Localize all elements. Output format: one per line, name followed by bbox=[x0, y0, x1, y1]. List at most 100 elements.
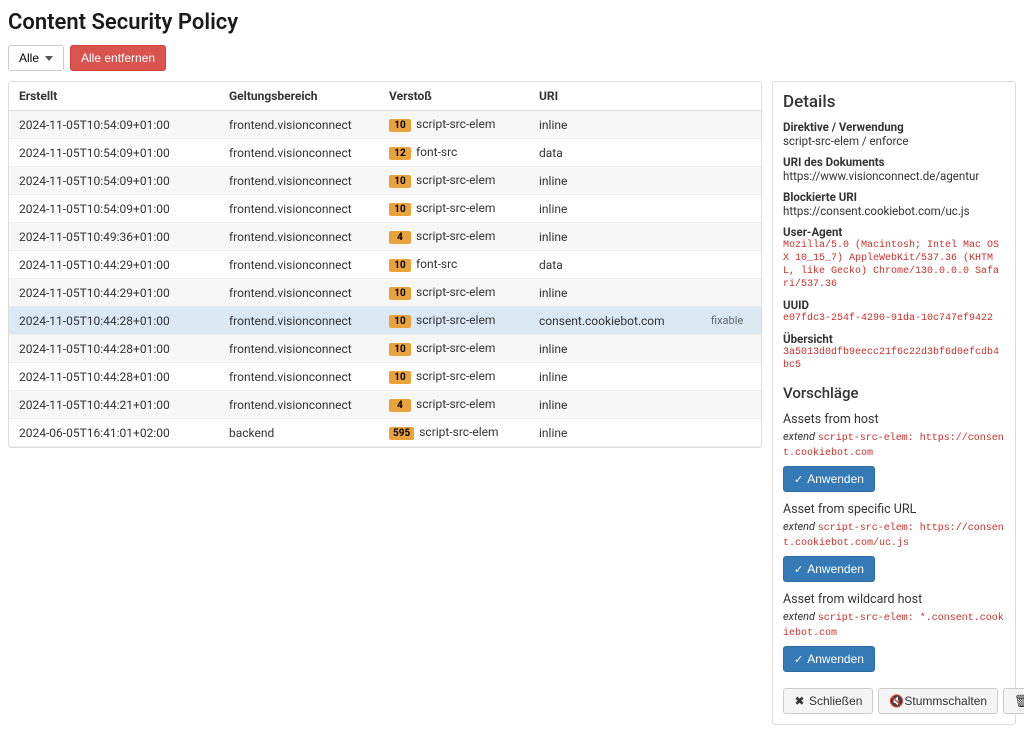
violation-text: script-src-elem bbox=[416, 117, 495, 131]
table-row[interactable]: 2024-11-05T10:44:29+01:00 frontend.visio… bbox=[9, 251, 761, 279]
cell-uri: inline bbox=[529, 279, 701, 307]
cell-fixable bbox=[701, 419, 761, 447]
table-row[interactable]: 2024-11-05T10:44:28+01:00 frontend.visio… bbox=[9, 363, 761, 391]
apply-label: Anwenden bbox=[807, 562, 864, 576]
cell-uri: data bbox=[529, 251, 701, 279]
table-row[interactable]: 2024-06-05T16:41:01+02:00 backend 595scr… bbox=[9, 419, 761, 447]
cell-violation: 4 script-src-elem bbox=[379, 223, 529, 251]
apply-button[interactable]: ✓ Anwenden bbox=[783, 646, 875, 672]
count-badge: 10 bbox=[389, 315, 411, 328]
cell-created: 2024-11-05T10:44:29+01:00 bbox=[9, 279, 219, 307]
cell-fixable bbox=[701, 195, 761, 223]
cell-violation: 10 script-src-elem bbox=[379, 195, 529, 223]
violation-text: script-src-elem bbox=[416, 229, 495, 243]
cell-violation: 595script-src-elem bbox=[379, 419, 529, 447]
mute-label: Stummschalten bbox=[904, 694, 987, 708]
cell-created: 2024-11-05T10:44:28+01:00 bbox=[9, 335, 219, 363]
count-badge: 4 bbox=[389, 231, 411, 244]
filter-all-dropdown[interactable]: Alle bbox=[8, 45, 64, 71]
cell-scope: frontend.visionconnect bbox=[219, 223, 379, 251]
user-agent-label: User-Agent bbox=[783, 225, 1005, 239]
cell-fixable bbox=[701, 139, 761, 167]
cell-created: 2024-11-05T10:54:09+01:00 bbox=[9, 139, 219, 167]
table-row[interactable]: 2024-11-05T10:54:09+01:00 frontend.visio… bbox=[9, 195, 761, 223]
col-uri[interactable]: URI bbox=[529, 82, 701, 111]
col-scope[interactable]: Geltungsbereich bbox=[219, 82, 379, 111]
suggestion-item: Asset from wildcard host extend script-s… bbox=[783, 592, 1005, 672]
cell-scope: frontend.visionconnect bbox=[219, 167, 379, 195]
table-row[interactable]: 2024-11-05T10:44:28+01:00 frontend.visio… bbox=[9, 307, 761, 335]
violations-table: Erstellt Geltungsbereich Verstoß URI 202… bbox=[8, 81, 762, 448]
count-badge: 4 bbox=[389, 399, 411, 412]
suggestion-item: Assets from host extend script-src-elem:… bbox=[783, 412, 1005, 492]
cell-violation: 10 script-src-elem bbox=[379, 167, 529, 195]
cell-created: 2024-06-05T16:41:01+02:00 bbox=[9, 419, 219, 447]
cell-scope: frontend.visionconnect bbox=[219, 111, 379, 139]
user-agent-value: Mozilla/5.0 (Macintosh; Intel Mac OS X 1… bbox=[783, 239, 1005, 291]
table-row[interactable]: 2024-11-05T10:54:09+01:00 frontend.visio… bbox=[9, 111, 761, 139]
table-header-row: Erstellt Geltungsbereich Verstoß URI bbox=[9, 82, 761, 111]
suggestion-code: script-src-elem: https://consent.cookieb… bbox=[783, 523, 1004, 549]
violation-text: script-src-elem bbox=[416, 201, 495, 215]
count-badge: 10 bbox=[389, 175, 411, 188]
suggestion-extend: extend script-src-elem: https://consent.… bbox=[783, 430, 1005, 460]
apply-label: Anwenden bbox=[807, 652, 864, 666]
cell-uri: inline bbox=[529, 335, 701, 363]
cell-violation: 12font-src bbox=[379, 139, 529, 167]
cell-uri: inline bbox=[529, 223, 701, 251]
cell-uri: data bbox=[529, 139, 701, 167]
cell-scope: frontend.visionconnect bbox=[219, 279, 379, 307]
table-row[interactable]: 2024-11-05T10:54:09+01:00 frontend.visio… bbox=[9, 139, 761, 167]
summary-label: Übersicht bbox=[783, 332, 1005, 346]
cell-created: 2024-11-05T10:54:09+01:00 bbox=[9, 167, 219, 195]
table-row[interactable]: 2024-11-05T10:44:21+01:00 frontend.visio… bbox=[9, 391, 761, 419]
page-title: Content Security Policy bbox=[8, 10, 1016, 35]
cell-created: 2024-11-05T10:54:09+01:00 bbox=[9, 195, 219, 223]
table-row[interactable]: 2024-11-05T10:44:29+01:00 frontend.visio… bbox=[9, 279, 761, 307]
apply-button[interactable]: ✓ Anwenden bbox=[783, 466, 875, 492]
close-label: Schließen bbox=[809, 694, 862, 708]
blocked-uri-value: https://consent.cookiebot.com/uc.js bbox=[783, 204, 1005, 218]
cell-uri: inline bbox=[529, 419, 701, 447]
chevron-down-icon bbox=[45, 56, 53, 61]
check-icon: ✓ bbox=[794, 653, 803, 666]
cell-fixable bbox=[701, 363, 761, 391]
cell-scope: frontend.visionconnect bbox=[219, 307, 379, 335]
apply-label: Anwenden bbox=[807, 472, 864, 486]
table-row[interactable]: 2024-11-05T10:54:09+01:00 frontend.visio… bbox=[9, 167, 761, 195]
violation-text: font-src bbox=[416, 257, 457, 271]
cell-violation: 10script-src-elem bbox=[379, 111, 529, 139]
count-badge: 10 bbox=[389, 343, 411, 356]
delete-button[interactable]: 🗑 Löschen bbox=[1003, 688, 1024, 714]
cell-fixable bbox=[701, 111, 761, 139]
col-violation[interactable]: Verstoß bbox=[379, 82, 529, 111]
extend-word: extend bbox=[783, 430, 815, 443]
cell-scope: frontend.visionconnect bbox=[219, 363, 379, 391]
cell-uri: inline bbox=[529, 363, 701, 391]
apply-button[interactable]: ✓ Anwenden bbox=[783, 556, 875, 582]
col-created[interactable]: Erstellt bbox=[9, 82, 219, 111]
count-badge: 10 bbox=[389, 287, 411, 300]
directive-label: Direktive / Verwendung bbox=[783, 120, 1005, 134]
cell-fixable: fixable bbox=[701, 307, 761, 335]
cell-violation: 10script-src-elem bbox=[379, 335, 529, 363]
cell-fixable bbox=[701, 391, 761, 419]
close-button[interactable]: ✖ Schließen bbox=[783, 688, 873, 714]
cell-scope: backend bbox=[219, 419, 379, 447]
mute-button[interactable]: 🔇 Stummschalten bbox=[878, 688, 998, 714]
count-badge: 10 bbox=[389, 203, 411, 216]
cell-scope: frontend.visionconnect bbox=[219, 195, 379, 223]
details-panel: Details Direktive / Verwendung script-sr… bbox=[772, 81, 1016, 725]
toolbar: Alle Alle entfernen bbox=[8, 45, 1016, 71]
table-row[interactable]: 2024-11-05T10:49:36+01:00 frontend.visio… bbox=[9, 223, 761, 251]
violation-text: script-src-elem bbox=[416, 397, 495, 411]
cell-created: 2024-11-05T10:44:21+01:00 bbox=[9, 391, 219, 419]
cell-scope: frontend.visionconnect bbox=[219, 335, 379, 363]
suggestion-extend: extend script-src-elem: https://consent.… bbox=[783, 520, 1005, 550]
cell-scope: frontend.visionconnect bbox=[219, 251, 379, 279]
suggestion-item: Asset from specific URL extend script-sr… bbox=[783, 502, 1005, 582]
violation-text: script-src-elem bbox=[416, 369, 495, 383]
table-row[interactable]: 2024-11-05T10:44:28+01:00 frontend.visio… bbox=[9, 335, 761, 363]
remove-all-button[interactable]: Alle entfernen bbox=[70, 45, 166, 71]
violation-text: script-src-elem bbox=[416, 173, 495, 187]
